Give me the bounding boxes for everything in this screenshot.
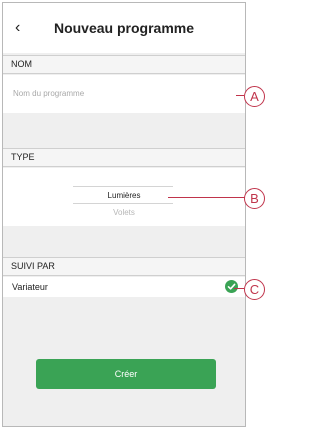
callout-b: B — [244, 188, 265, 209]
callout-a: A — [244, 86, 265, 107]
section-header-type: TYPE — [3, 148, 245, 167]
callout-c-line — [234, 288, 244, 289]
name-input-row[interactable]: Nom du programme — [3, 75, 245, 113]
callout-b-line — [168, 197, 246, 198]
callout-a-line — [236, 95, 244, 96]
picker-top-line — [73, 186, 173, 187]
type-option[interactable]: Volets — [3, 208, 245, 217]
follow-row[interactable]: Variateur — [3, 277, 245, 297]
create-button[interactable]: Créer — [36, 359, 216, 389]
section-header-suivi: SUIVI PAR — [3, 257, 245, 276]
name-input[interactable]: Nom du programme — [13, 89, 84, 98]
page-title: Nouveau programme — [53, 20, 195, 36]
phone-screen: ‹ Nouveau programme NOM Nom du programme… — [2, 2, 246, 427]
callout-c: C — [244, 279, 265, 300]
picker-bottom-line — [73, 203, 173, 204]
checkmark-icon — [225, 280, 238, 293]
type-option-selected[interactable]: Lumières — [3, 191, 245, 200]
follow-item-label: Variateur — [12, 282, 48, 292]
section-header-nom: NOM — [3, 55, 245, 74]
header: ‹ Nouveau programme — [3, 3, 245, 53]
